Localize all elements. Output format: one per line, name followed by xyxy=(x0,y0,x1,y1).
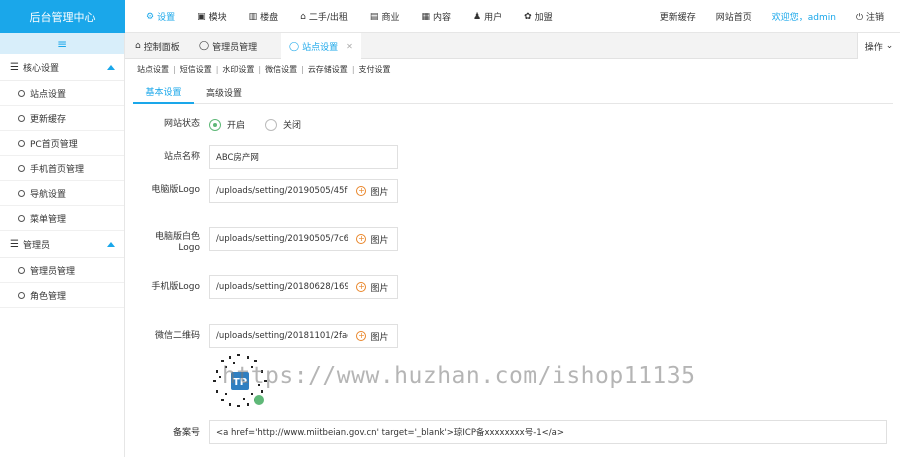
update-cache-link[interactable]: 更新缓存 xyxy=(650,10,706,23)
tab-advanced-settings[interactable]: 高级设置 xyxy=(194,81,254,104)
circle-icon xyxy=(18,266,25,274)
building-icon: ▥ xyxy=(248,11,258,22)
site-name-input[interactable]: ABC房产网 xyxy=(209,145,398,169)
sidebar-section-core[interactable]: ☰ 核心设置 xyxy=(0,54,124,81)
sidebar-item-menu-manage[interactable]: 菜单管理 xyxy=(0,206,124,231)
icp-input[interactable]: <a href='http://www.miitbeian.gov.cn' ta… xyxy=(209,420,887,444)
circle-icon xyxy=(18,89,25,97)
sublink-wechat[interactable]: 微信设置 xyxy=(261,64,301,75)
sidebar-item-mobile-home[interactable]: 手机首页管理 xyxy=(0,156,124,181)
sublink-sms[interactable]: 短信设置 xyxy=(176,64,216,75)
site-status-radios: 开启 关闭 xyxy=(209,118,321,131)
topnav-settings[interactable]: ⚙ 设置 xyxy=(135,0,186,33)
circle-icon: ◯ xyxy=(199,41,210,51)
sublink-watermark[interactable]: 水印设置 xyxy=(218,64,258,75)
sidebar-section-admin[interactable]: ☰ 管理员 xyxy=(0,231,124,258)
topnav-join[interactable]: ✿ 加盟 xyxy=(513,0,564,33)
plus-circle-icon: + xyxy=(356,234,367,244)
circle-icon xyxy=(18,164,25,172)
pc-logo-upload-button[interactable]: + 图片 xyxy=(348,179,398,203)
chevron-down-icon: ⌄ xyxy=(885,41,894,51)
join-icon: ✿ xyxy=(524,11,532,22)
circle-icon: ◯ xyxy=(289,41,300,52)
topnav-commercial[interactable]: ▤ 商业 xyxy=(359,0,411,33)
circle-icon xyxy=(18,291,25,299)
pc-logo-label: 电脑版Logo xyxy=(151,185,200,195)
sublink-cloud-storage[interactable]: 云存储设置 xyxy=(304,64,352,75)
tab-strip: ⌂ 控制面板 ◯ 管理员管理 ◯ 站点设置 ✕ 操作 ⌄ xyxy=(125,33,900,60)
tab-site-settings[interactable]: ◯ 站点设置 ✕ xyxy=(281,33,361,60)
mobile-logo-input[interactable]: /uploads/setting/20180628/1690c xyxy=(209,275,349,299)
sidebar-item-site-settings[interactable]: 站点设置 xyxy=(0,81,124,106)
icp-label: 备案号 xyxy=(172,428,200,438)
user-icon: ♟ xyxy=(472,11,482,22)
power-icon: ⏻ xyxy=(856,13,866,23)
menu-toggle-icon[interactable]: ≡ xyxy=(0,33,124,54)
gear-icon: ⚙ xyxy=(146,11,155,22)
sidebar: ≡ ☰ 核心设置 站点设置 更新缓存 PC首页管理 手机首页管理 导航设置 菜单… xyxy=(0,33,125,457)
plus-circle-icon: + xyxy=(356,282,367,292)
wechat-qr-label: 微信二维码 xyxy=(154,331,200,341)
module-icon: ▣ xyxy=(197,11,206,22)
topnav-user[interactable]: ♟ 用户 xyxy=(462,0,513,33)
site-name-label: 站点名称 xyxy=(163,152,200,162)
top-bar: 后台管理中心 ⚙ 设置 ▣ 模块 ▥ 楼盘 ⌂ 二手/出租 ▤ 商业 ▦ 内容 ♟ 用户 ✿ 加… xyxy=(0,0,900,33)
mobile-logo-label: 手机版Logo xyxy=(151,282,200,292)
sidebar-item-admin-manage[interactable]: 管理员管理 xyxy=(0,258,124,283)
shop-icon: ▤ xyxy=(369,11,379,22)
content-icon: ▦ xyxy=(421,11,430,22)
home-outline-icon: ⌂ xyxy=(135,41,141,51)
topnav-module[interactable]: ▣ 模块 xyxy=(186,0,238,33)
settings-sublinks: 站点设置 | 短信设置 | 水印设置 | 微信设置 | 云存储设置 | 支付设置 xyxy=(137,64,395,75)
pc-logo-input[interactable]: /uploads/setting/20190505/45f1c xyxy=(209,179,349,203)
topnav-content[interactable]: ▦ 内容 xyxy=(410,0,462,33)
sidebar-item-update-cache[interactable]: 更新缓存 xyxy=(0,106,124,131)
sublink-site[interactable]: 站点设置 xyxy=(137,64,173,75)
tab-basic-settings[interactable]: 基本设置 xyxy=(133,81,194,104)
circle-icon xyxy=(18,189,25,197)
topnav-building[interactable]: ▥ 楼盘 xyxy=(238,0,290,33)
settings-tabs: 基本设置 高级设置 xyxy=(133,81,893,104)
pc-white-logo-upload-button[interactable]: + 图片 xyxy=(348,227,398,251)
site-status-label: 网站状态 xyxy=(163,119,200,129)
tab-control-panel[interactable]: ⌂ 控制面板 xyxy=(127,33,188,59)
sidebar-item-pc-home[interactable]: PC首页管理 xyxy=(0,131,124,156)
wechat-qr-input[interactable]: /uploads/setting/20181101/2fadb xyxy=(209,324,349,348)
tab-admin-manage[interactable]: ◯ 管理员管理 xyxy=(191,33,265,59)
wechat-qr-upload-button[interactable]: + 图片 xyxy=(348,324,398,348)
sublink-payment[interactable]: 支付设置 xyxy=(355,64,395,75)
sidebar-item-role-manage[interactable]: 角色管理 xyxy=(0,283,124,308)
mobile-logo-upload-button[interactable]: + 图片 xyxy=(348,275,398,299)
pc-white-logo-input[interactable]: /uploads/setting/20190505/7c6d2 xyxy=(209,227,349,251)
pc-white-logo-label: 电脑版白色 Logo xyxy=(154,232,200,253)
radio-open[interactable] xyxy=(209,118,221,131)
topnav-secondhand-rent[interactable]: ⌂ 二手/出租 xyxy=(289,0,359,33)
top-nav: ⚙ 设置 ▣ 模块 ▥ 楼盘 ⌂ 二手/出租 ▤ 商业 ▦ 内容 ♟ 用户 ✿ 加盟 xyxy=(135,0,564,33)
collapse-arrow-icon xyxy=(107,65,115,70)
operations-dropdown[interactable]: 操作 ⌄ xyxy=(857,33,900,59)
home-icon: ⌂ xyxy=(300,11,306,22)
circle-icon xyxy=(18,214,25,222)
collapse-arrow-icon xyxy=(107,242,115,247)
circle-icon xyxy=(18,139,25,147)
list-icon: ☰ xyxy=(10,238,19,250)
circle-icon xyxy=(18,114,25,122)
logout-link[interactable]: ⏻ 注销 xyxy=(846,10,894,23)
welcome-user[interactable]: 欢迎您，admin xyxy=(762,10,846,23)
plus-circle-icon: + xyxy=(356,186,367,196)
sidebar-item-nav-settings[interactable]: 导航设置 xyxy=(0,181,124,206)
list-icon: ☰ xyxy=(10,61,19,73)
plus-circle-icon: + xyxy=(356,331,367,341)
watermark-text: https://www.huzhan.com/ishop11135 xyxy=(222,363,696,389)
radio-close[interactable] xyxy=(265,118,278,131)
brand-title: 后台管理中心 xyxy=(0,0,125,33)
site-home-link[interactable]: 网站首页 xyxy=(706,10,762,23)
close-icon[interactable]: ✕ xyxy=(346,42,353,51)
top-right-links: 更新缓存 网站首页 欢迎您，admin ⏻ 注销 xyxy=(650,0,894,33)
